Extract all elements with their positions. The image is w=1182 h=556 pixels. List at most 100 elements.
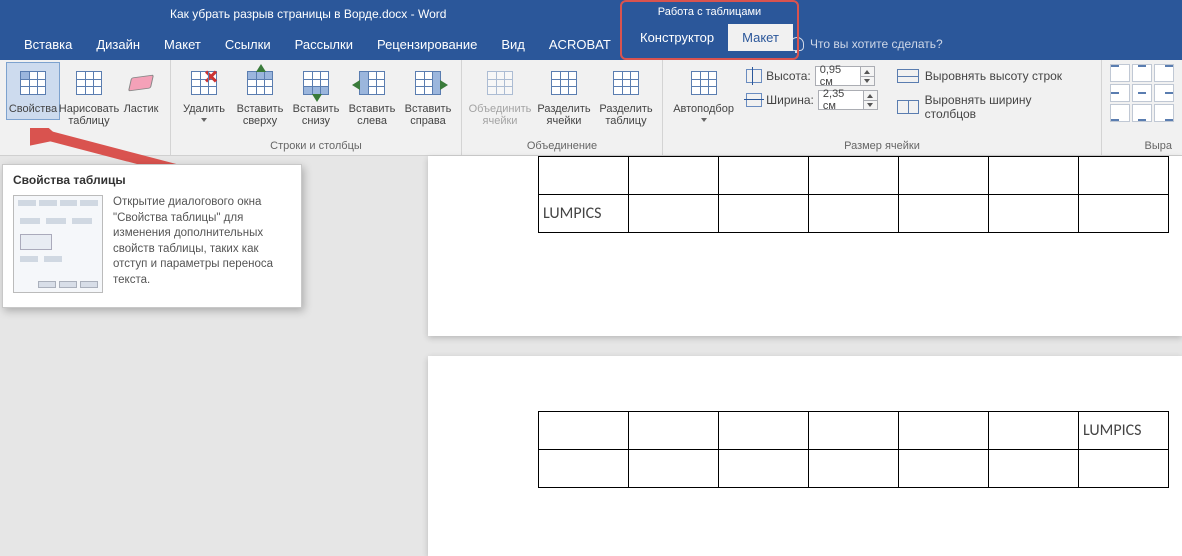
merge-cells-icon — [484, 67, 516, 99]
insert-below-label: Вставить снизу — [292, 103, 340, 127]
row-height-icon — [746, 69, 762, 83]
table-row[interactable]: LUMPICS — [539, 195, 1169, 233]
group-merge: Объединить ячейки Разделить ячейки Разде… — [462, 60, 663, 155]
tab-design[interactable]: Дизайн — [84, 29, 152, 60]
align-top-right[interactable] — [1154, 64, 1174, 82]
tab-acrobat[interactable]: ACROBAT — [537, 29, 623, 60]
insert-below-button[interactable]: Вставить снизу — [289, 62, 343, 132]
height-spinbox[interactable]: 0,95 см — [815, 66, 875, 86]
align-mid-right[interactable] — [1154, 84, 1174, 102]
align-mid-center[interactable] — [1132, 84, 1152, 102]
tell-me-search[interactable]: Что вы хотите сделать? — [790, 37, 943, 51]
width-spin-up[interactable] — [863, 91, 877, 100]
width-value: 2,35 см — [819, 88, 863, 112]
draw-table-label: Нарисовать таблицу — [59, 103, 119, 127]
tab-view[interactable]: Вид — [489, 29, 537, 60]
properties-tooltip: Свойства таблицы Открытие диалогового ок… — [2, 164, 302, 308]
distribute-rows-icon — [897, 69, 919, 83]
group-alignment: Выра — [1102, 60, 1182, 155]
group-cell-size: Автоподбор Высота: 0,95 см Ширина: 2,3 — [663, 60, 1102, 155]
group-alignment-label: Выра — [1108, 138, 1176, 155]
height-value: 0,95 см — [816, 64, 860, 88]
group-table: Свойства Нарисовать таблицу Ластик — [0, 60, 171, 155]
split-table-icon — [610, 67, 642, 99]
insert-right-button[interactable]: Вставить справа — [401, 62, 455, 132]
tooltip-preview-thumb — [13, 195, 103, 293]
autofit-button[interactable]: Автоподбор — [669, 62, 738, 127]
autofit-icon — [688, 67, 720, 99]
split-cells-icon — [548, 67, 580, 99]
tab-insert[interactable]: Вставка — [12, 29, 84, 60]
group-merge-label: Объединение — [468, 138, 656, 155]
tab-mailings[interactable]: Рассылки — [283, 29, 365, 60]
document-table-1[interactable]: LUMPICS — [538, 156, 1169, 233]
table-tools-title: Работа с таблицами — [638, 2, 781, 20]
table-cell-lumpics[interactable]: LUMPICS — [1079, 412, 1169, 450]
merge-cells-button: Объединить ячейки — [468, 62, 532, 132]
document-table-2[interactable]: LUMPICS — [538, 411, 1169, 488]
page-1: LUMPICS — [428, 156, 1182, 336]
height-spin-up[interactable] — [860, 67, 874, 76]
draw-table-button[interactable]: Нарисовать таблицу — [62, 62, 116, 132]
align-top-left[interactable] — [1110, 64, 1130, 82]
tab-table-layout[interactable]: Макет — [728, 24, 793, 51]
group-table-label — [6, 138, 164, 155]
title-bar: Как убрать разрыв страницы в Ворде.docx … — [0, 0, 1182, 28]
insert-above-button[interactable]: Вставить сверху — [233, 62, 287, 132]
align-bot-left[interactable] — [1110, 104, 1130, 122]
align-bot-center[interactable] — [1132, 104, 1152, 122]
group-rows-columns-label: Строки и столбцы — [177, 138, 455, 155]
height-label: Высота: — [766, 69, 811, 83]
delete-label: Удалить — [183, 103, 225, 115]
width-label: Ширина: — [766, 93, 814, 107]
tab-table-design[interactable]: Конструктор — [626, 24, 728, 51]
tab-review[interactable]: Рецензирование — [365, 29, 489, 60]
distribute-cols-button[interactable]: Выровнять ширину столбцов — [892, 90, 1089, 124]
eraser-icon — [125, 67, 157, 99]
insert-above-label: Вставить сверху — [236, 103, 284, 127]
align-bot-right[interactable] — [1154, 104, 1174, 122]
height-spin-down[interactable] — [860, 76, 874, 85]
ribbon-tabs: Вставка Дизайн Макет Ссылки Рассылки Рец… — [0, 28, 1182, 60]
tab-layout[interactable]: Макет — [152, 29, 213, 60]
split-cells-label: Разделить ячейки — [537, 103, 591, 127]
col-width-icon — [746, 93, 762, 107]
align-top-center[interactable] — [1132, 64, 1152, 82]
tooltip-text: Открытие диалогового окна "Свойства табл… — [113, 195, 291, 288]
group-cell-size-label: Размер ячейки — [669, 138, 1095, 155]
group-rows-columns: Удалить Вставить сверху Вставить снизу В… — [171, 60, 462, 155]
table-cell-lumpics[interactable]: LUMPICS — [539, 195, 629, 233]
table-row[interactable] — [539, 450, 1169, 488]
delete-icon — [188, 67, 220, 99]
insert-below-icon — [300, 67, 332, 99]
properties-button[interactable]: Свойства — [6, 62, 60, 120]
properties-icon — [17, 67, 49, 99]
properties-label: Свойства — [9, 103, 57, 115]
split-cells-button[interactable]: Разделить ячейки — [534, 62, 594, 132]
eraser-button[interactable]: Ластик — [118, 62, 164, 120]
cell-size-inputs: Высота: 0,95 см Ширина: 2,35 см — [740, 62, 884, 114]
insert-left-icon — [356, 67, 388, 99]
align-mid-left[interactable] — [1110, 84, 1130, 102]
merge-cells-label: Объединить ячейки — [469, 103, 532, 127]
draw-table-icon — [73, 67, 105, 99]
tab-references[interactable]: Ссылки — [213, 29, 283, 60]
delete-button[interactable]: Удалить — [177, 62, 231, 127]
table-row[interactable]: LUMPICS — [539, 412, 1169, 450]
eraser-label: Ластик — [124, 103, 159, 115]
distribute-cols-label: Выровнять ширину столбцов — [925, 93, 1084, 121]
table-row[interactable] — [539, 157, 1169, 195]
insert-left-button[interactable]: Вставить слева — [345, 62, 399, 132]
distribute-cols-icon — [897, 100, 919, 114]
table-tools-context-highlight: Работа с таблицами Конструктор Макет — [620, 0, 799, 60]
insert-above-icon — [244, 67, 276, 99]
width-spinbox[interactable]: 2,35 см — [818, 90, 878, 110]
split-table-label: Разделить таблицу — [599, 103, 653, 127]
page-2: LUMPICS — [428, 356, 1182, 556]
distribute-rows-label: Выровнять высоту строк — [925, 69, 1062, 83]
distribute-rows-button[interactable]: Выровнять высоту строк — [892, 66, 1089, 86]
chevron-down-icon — [201, 118, 207, 122]
autofit-label: Автоподбор — [673, 103, 734, 115]
width-spin-down[interactable] — [863, 100, 877, 109]
split-table-button[interactable]: Разделить таблицу — [596, 62, 656, 132]
